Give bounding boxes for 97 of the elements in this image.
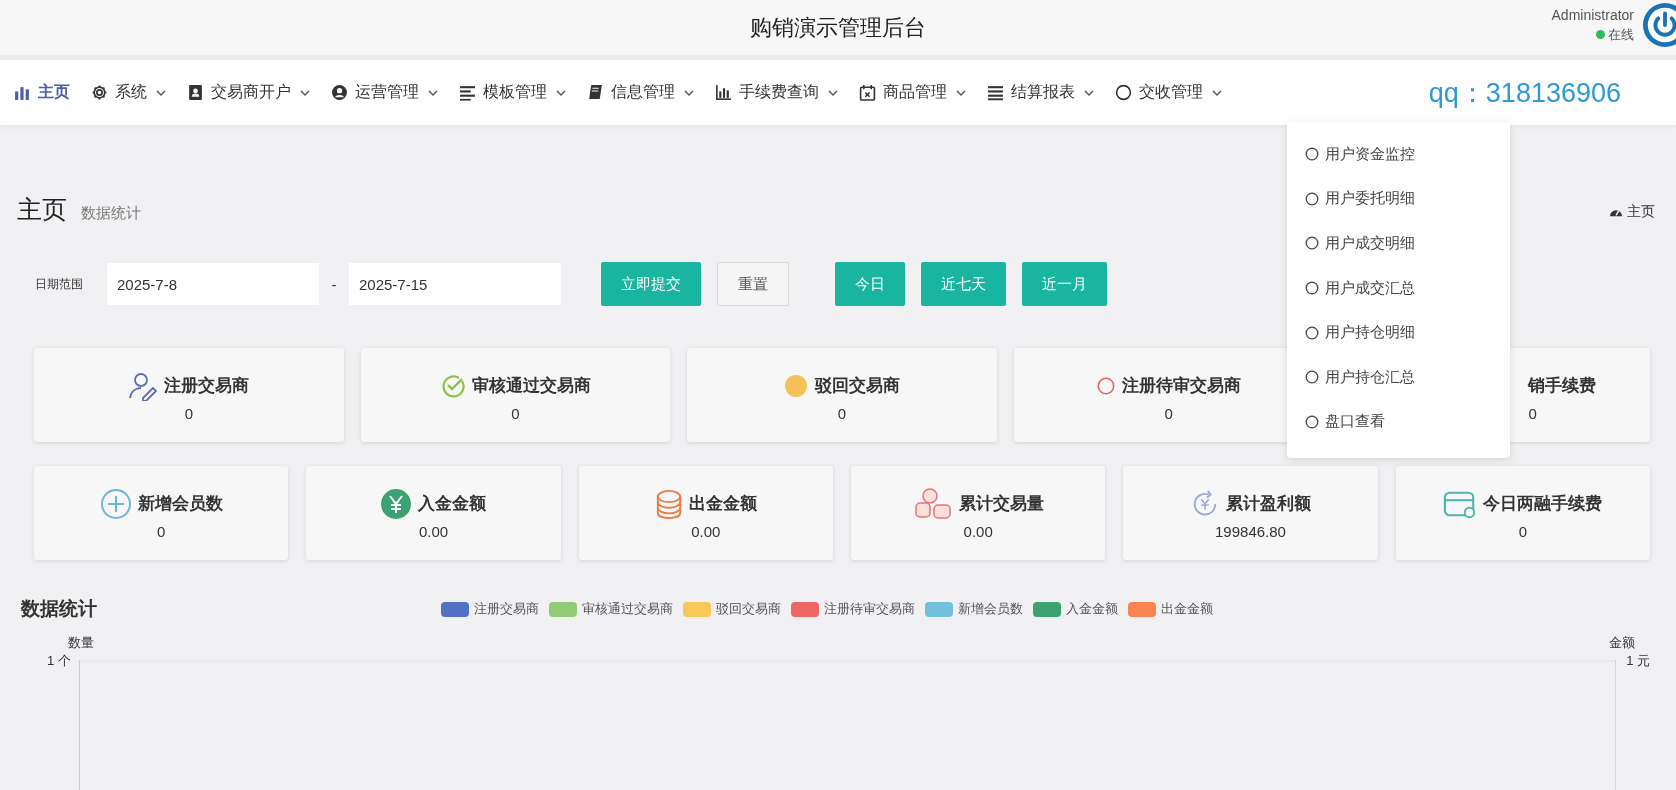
- list-icon: [987, 84, 1004, 101]
- book-icon: [587, 84, 604, 101]
- stat-label: 累计交易量: [958, 493, 1044, 515]
- circle-icon: [1305, 325, 1319, 340]
- nav-item[interactable]: 交易商开户: [187, 82, 310, 103]
- stat-value: 199846.80: [1215, 522, 1286, 540]
- stat-label: 入金金额: [418, 493, 487, 515]
- start-date-field[interactable]: 2025-7-8: [107, 263, 319, 305]
- coins-icon: [912, 486, 953, 521]
- nav-item[interactable]: 系统: [91, 82, 166, 103]
- chart-icon: [715, 84, 732, 101]
- caret-icon: [156, 89, 166, 96]
- legend-item[interactable]: 入金金额: [1033, 600, 1118, 618]
- circle-icon: [1115, 84, 1132, 101]
- caret-icon: [684, 89, 694, 96]
- stat-label: 注册待审交易商: [1122, 375, 1242, 397]
- caret-icon: [300, 89, 310, 96]
- chart-title: 数据统计: [21, 597, 98, 621]
- legend-item[interactable]: 出金金额: [1128, 600, 1213, 618]
- user-icon: [331, 84, 348, 101]
- stat-label: 新增会员数: [137, 493, 223, 515]
- menu-item[interactable]: 用户委托明细: [1287, 176, 1510, 222]
- circle-icon: [1305, 236, 1319, 251]
- calendar-icon: [859, 84, 876, 101]
- menu-item[interactable]: 用户持仓汇总: [1287, 354, 1510, 400]
- stat-value: 0: [184, 404, 193, 422]
- axis-tick-label: 1 元: [1625, 652, 1650, 670]
- bars-icon: [14, 84, 31, 101]
- stat-value: 0: [157, 522, 166, 540]
- nav-item[interactable]: 运营管理: [331, 82, 438, 103]
- range-separator: -: [330, 275, 338, 293]
- menu-item[interactable]: 用户成交汇总: [1287, 265, 1510, 311]
- stat-value: 0: [511, 404, 520, 422]
- stat-label: 驳回交易商: [815, 375, 901, 397]
- circle-icon: [1305, 370, 1319, 385]
- stat-value: 0.00: [963, 522, 993, 540]
- user-name: Administrator: [1551, 6, 1634, 23]
- legend-item[interactable]: 审核通过交易商: [549, 600, 673, 618]
- nav-item[interactable]: 手续费查询: [715, 82, 838, 103]
- end-date-field[interactable]: 2025-7-15: [349, 263, 561, 305]
- stat-label: 累计盈利额: [1225, 493, 1311, 515]
- nav-item[interactable]: 交收管理: [1115, 82, 1222, 103]
- stat-value: 0: [1528, 404, 1537, 422]
- caret-icon: [1084, 89, 1094, 96]
- circle-icon: [1305, 147, 1319, 162]
- stat-value: 0: [1164, 404, 1173, 422]
- stat-value: 0.00: [691, 522, 721, 540]
- caret-icon: [956, 89, 966, 96]
- breadcrumb-link[interactable]: 主页: [1609, 203, 1655, 221]
- online-status: 在线: [1596, 25, 1634, 44]
- stat-value: 0: [837, 404, 847, 422]
- date-range-label: 日期范围: [35, 275, 84, 293]
- circle-icon: [1305, 414, 1319, 429]
- stat-label: 销手续费: [1528, 375, 1597, 397]
- legend-item[interactable]: 注册待审交易商: [791, 600, 915, 618]
- nav-item[interactable]: 主页: [14, 82, 70, 103]
- check-icon: [439, 372, 466, 399]
- stat-label: 今日两融手续费: [1483, 493, 1603, 515]
- nav-item[interactable]: 模板管理: [459, 82, 566, 103]
- caret-icon: [1212, 89, 1222, 96]
- coin-stack-icon: [654, 487, 683, 520]
- menu-item[interactable]: 用户资金监控: [1287, 132, 1510, 177]
- stat-value: 0.00: [418, 522, 449, 540]
- legend-item[interactable]: 注册交易商: [441, 600, 539, 618]
- circle-icon: [1305, 281, 1319, 296]
- page-subtitle: 数据统计: [81, 204, 141, 223]
- circle-icon: [1305, 191, 1319, 206]
- menu-item[interactable]: 用户持仓明细: [1287, 310, 1510, 355]
- axis-title: 数量: [68, 634, 94, 652]
- nav-item[interactable]: 商品管理: [859, 82, 966, 103]
- menu-item[interactable]: 盘口查看: [1287, 399, 1510, 445]
- yen-icon: [380, 487, 413, 520]
- axis-tick-label: 1 个: [46, 652, 72, 670]
- legend-item[interactable]: 驳回交易商: [683, 600, 781, 618]
- stat-label: 审核通过交易商: [471, 375, 591, 397]
- caret-icon: [428, 89, 438, 96]
- plus-icon: [99, 487, 132, 520]
- stat-label: 注册交易商: [164, 375, 250, 397]
- filter-button[interactable]: 重置: [717, 262, 789, 306]
- nav-item[interactable]: 结算报表: [987, 82, 1094, 103]
- contact-text: qq：318136906: [1428, 76, 1621, 110]
- stat-value: 0: [1518, 522, 1527, 540]
- user-pen-icon: [128, 370, 159, 401]
- settings-icon: [91, 84, 108, 101]
- nav-item[interactable]: 信息管理: [587, 82, 694, 103]
- axis-title: 金额: [1609, 634, 1635, 652]
- power-icon[interactable]: [1642, 2, 1676, 48]
- legend-item[interactable]: 新增会员数: [925, 600, 1023, 618]
- caret-icon: [828, 89, 838, 96]
- app-title: 购销演示管理后台: [750, 13, 926, 42]
- circle-icon: [1096, 375, 1117, 396]
- stat-label: 出金金额: [688, 493, 757, 515]
- menu-item[interactable]: 用户成交明细: [1287, 221, 1510, 266]
- caret-icon: [556, 89, 566, 96]
- lines-icon: [459, 84, 476, 101]
- page-title: 主页: [17, 194, 67, 225]
- contact-icon: [187, 84, 204, 101]
